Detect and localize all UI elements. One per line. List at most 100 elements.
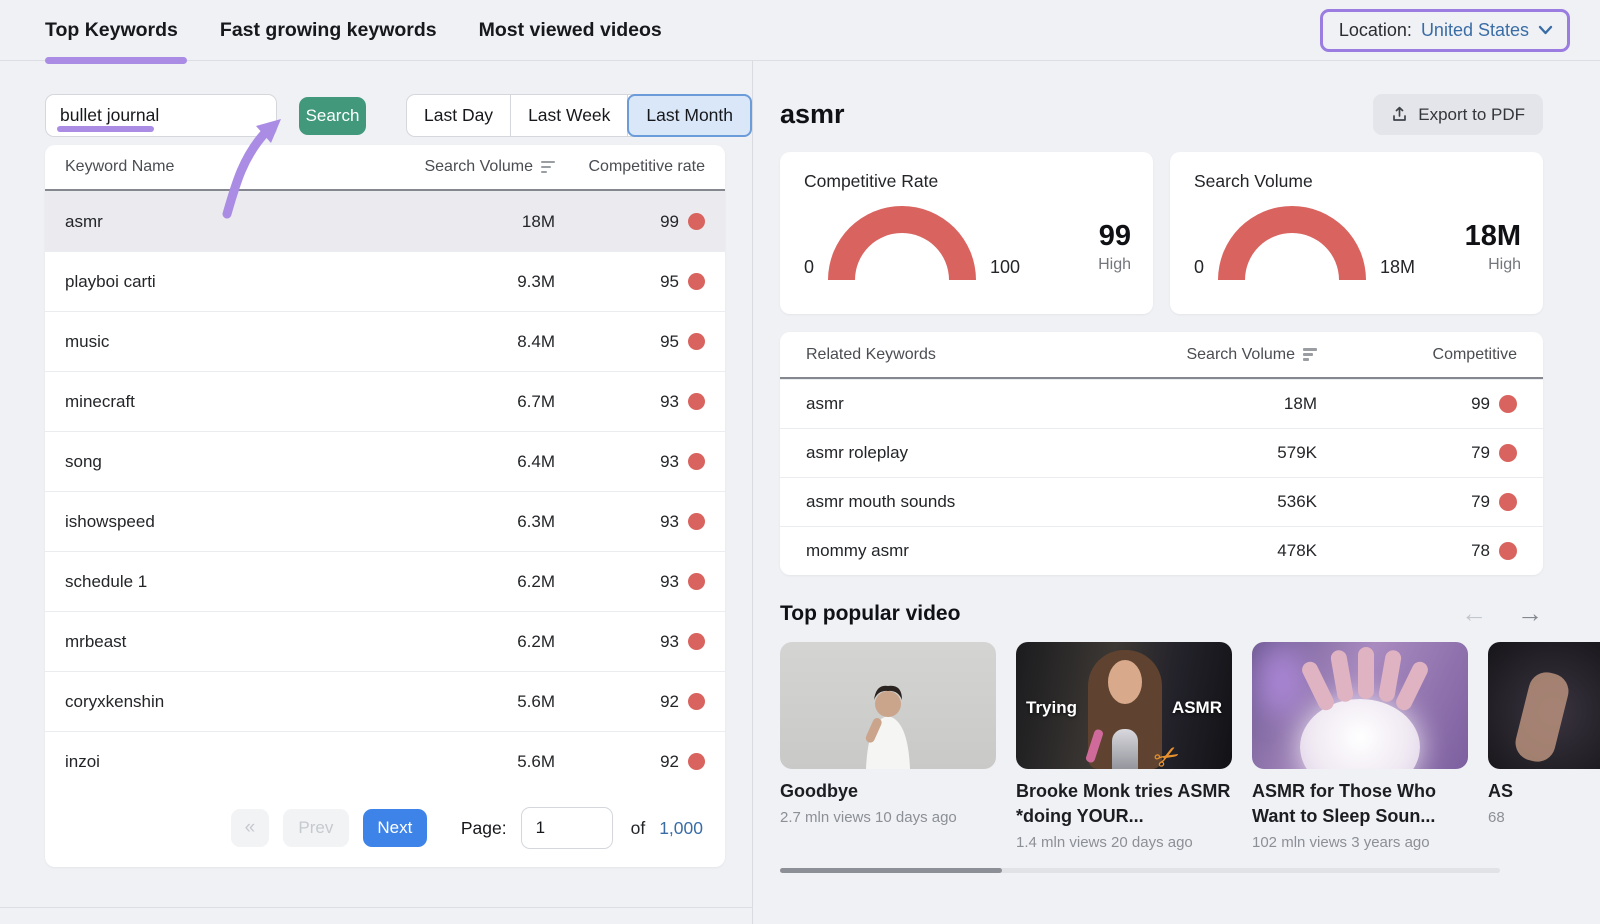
first-page-button[interactable]: « xyxy=(231,809,269,847)
related-row[interactable]: mommy asmr 478K 78 xyxy=(780,526,1543,575)
chevron-down-icon xyxy=(1538,25,1553,35)
video-card[interactable]: ASMR for Those Who Want to Sleep Soun...… xyxy=(1252,642,1468,851)
competitive-rate-gauge-card: Competitive Rate 0 100 99 High xyxy=(780,152,1153,314)
filter-last-month[interactable]: Last Month xyxy=(627,94,752,137)
thumbnail-overlay-text: ASMR xyxy=(1172,698,1222,718)
location-label: Location: xyxy=(1339,20,1412,41)
rate-dot xyxy=(688,753,705,770)
rate-dot xyxy=(1499,444,1517,462)
column-related-search-volume-sort[interactable]: Search Volume xyxy=(1067,346,1317,364)
pagination: « Prev Next Page: of 1,000 xyxy=(45,791,725,853)
table-row[interactable]: inzoi 5.6M 92 xyxy=(45,731,725,791)
gauge-title: Competitive Rate xyxy=(804,171,1131,192)
gauge-arc xyxy=(1218,206,1366,280)
rate-dot xyxy=(1499,542,1517,560)
table-row[interactable]: mrbeast 6.2M 93 xyxy=(45,611,725,671)
video-thumbnail xyxy=(780,642,996,769)
related-row[interactable]: asmr roleplay 579K 79 xyxy=(780,428,1543,477)
video-thumbnail xyxy=(1252,642,1468,769)
page-label: Page: xyxy=(461,818,507,839)
search-volume-gauge-card: Search Volume 0 18M 18M High xyxy=(1170,152,1543,314)
video-card[interactable]: ✂ Trying ASMR Brooke Monk tries ASMR *do… xyxy=(1016,642,1232,851)
video-thumbnail: ✂ Trying ASMR xyxy=(1016,642,1232,769)
video-stats: 2.7 mln views 10 days ago xyxy=(780,809,996,826)
video-title: AS xyxy=(1488,779,1600,804)
search-button[interactable]: Search xyxy=(299,97,366,135)
tab-bar: Top Keywords Fast growing keywords Most … xyxy=(45,19,662,42)
horizontal-scrollbar[interactable] xyxy=(780,868,1500,873)
video-thumbnail xyxy=(1488,642,1600,769)
rate-dot xyxy=(688,693,705,710)
video-stats: 1.4 mln views 20 days ago xyxy=(1016,834,1232,851)
next-page-button[interactable]: Next xyxy=(363,809,427,847)
rate-dot xyxy=(688,393,705,410)
column-related-keywords: Related Keywords xyxy=(806,346,1067,364)
video-card[interactable]: Goodbye 2.7 mln views 10 days ago xyxy=(780,642,996,851)
export-to-pdf-button[interactable]: Export to PDF xyxy=(1373,94,1543,135)
export-icon xyxy=(1391,106,1408,123)
table-row[interactable]: coryxkenshin 5.6M 92 xyxy=(45,671,725,731)
scrollbar-thumb[interactable] xyxy=(780,868,1002,873)
table-row[interactable]: asmr 18M 99 xyxy=(45,191,725,251)
filter-last-day[interactable]: Last Day xyxy=(407,95,510,136)
gauge-value: 18M xyxy=(1465,220,1521,253)
rate-dot xyxy=(1499,493,1517,511)
tab-most-viewed-videos[interactable]: Most viewed videos xyxy=(479,19,662,42)
time-filter: Last Day Last Week Last Month xyxy=(406,94,752,137)
page-number-input[interactable] xyxy=(521,807,613,849)
microphone-illustration xyxy=(1112,729,1138,769)
video-card[interactable]: AS 68 xyxy=(1488,642,1600,851)
annotation-input-underline xyxy=(57,126,154,132)
table-row[interactable]: playboi carti 9.3M 95 xyxy=(45,251,725,311)
tab-fast-growing-keywords[interactable]: Fast growing keywords xyxy=(220,19,437,42)
table-row[interactable]: ishowspeed 6.3M 93 xyxy=(45,491,725,551)
keyword-list-panel: Search Last Day Last Week Last Month Key… xyxy=(0,61,753,924)
related-keywords-table: Related Keywords Search Volume Competiti… xyxy=(780,332,1543,575)
location-value: United States xyxy=(1421,20,1529,41)
keyword-analytics-app: Top Keywords Fast growing keywords Most … xyxy=(0,0,1600,924)
filter-last-week[interactable]: Last Week xyxy=(510,95,628,136)
video-title: ASMR for Those Who Want to Sleep Soun... xyxy=(1252,779,1468,829)
gauge-max-label: 18M xyxy=(1380,257,1415,280)
video-stats: 68 xyxy=(1488,809,1600,826)
carousel-next-icon[interactable]: → xyxy=(1517,598,1543,629)
carousel-prev-icon[interactable]: ← xyxy=(1461,598,1487,629)
column-search-volume-sort[interactable]: Search Volume xyxy=(355,158,555,176)
rate-dot xyxy=(688,633,705,650)
table-row[interactable]: music 8.4M 95 xyxy=(45,311,725,371)
sort-descending-icon xyxy=(1303,348,1317,361)
export-label: Export to PDF xyxy=(1418,105,1525,125)
video-carousel: Goodbye 2.7 mln views 10 days ago ✂ Tryi… xyxy=(780,642,1600,851)
tab-top-keywords[interactable]: Top Keywords xyxy=(45,19,178,42)
rate-dot xyxy=(688,453,705,470)
video-title: Goodbye xyxy=(780,779,996,804)
related-row[interactable]: asmr mouth sounds 536K 79 xyxy=(780,477,1543,526)
person-waving-illustration xyxy=(780,642,996,769)
gauge-level: High xyxy=(1098,256,1131,274)
gauge-title: Search Volume xyxy=(1194,171,1521,192)
keyword-detail-panel: asmr Export to PDF Competitive Rate 0 10… xyxy=(753,61,1600,924)
page-of-label: of xyxy=(631,818,646,839)
table-row[interactable]: schedule 1 6.2M 93 xyxy=(45,551,725,611)
rate-dot xyxy=(1499,395,1517,413)
rate-dot xyxy=(688,513,705,530)
total-pages-link[interactable]: 1,000 xyxy=(659,818,703,839)
keyword-table-header: Keyword Name Search Volume Competitive r… xyxy=(45,145,725,191)
gauge-min-label: 0 xyxy=(804,257,814,280)
column-related-competitive: Competitive xyxy=(1317,346,1517,364)
column-related-search-volume-label: Search Volume xyxy=(1186,346,1295,364)
rate-dot xyxy=(688,333,705,350)
keyword-table: Keyword Name Search Volume Competitive r… xyxy=(45,145,725,867)
table-row[interactable]: song 6.4M 93 xyxy=(45,431,725,491)
gauge-max-label: 100 xyxy=(990,257,1020,280)
prev-page-button[interactable]: Prev xyxy=(283,809,349,847)
related-row[interactable]: asmr 18M 99 xyxy=(780,379,1543,428)
selected-keyword-title: asmr xyxy=(780,99,845,130)
gauge-value: 99 xyxy=(1098,220,1131,253)
related-table-header: Related Keywords Search Volume Competiti… xyxy=(780,332,1543,379)
table-row[interactable]: minecraft 6.7M 93 xyxy=(45,371,725,431)
location-selector[interactable]: Location: United States xyxy=(1320,9,1570,52)
annotation-tab-underline xyxy=(45,57,187,64)
video-title: Brooke Monk tries ASMR *doing YOUR... xyxy=(1016,779,1232,829)
rate-dot xyxy=(688,273,705,290)
